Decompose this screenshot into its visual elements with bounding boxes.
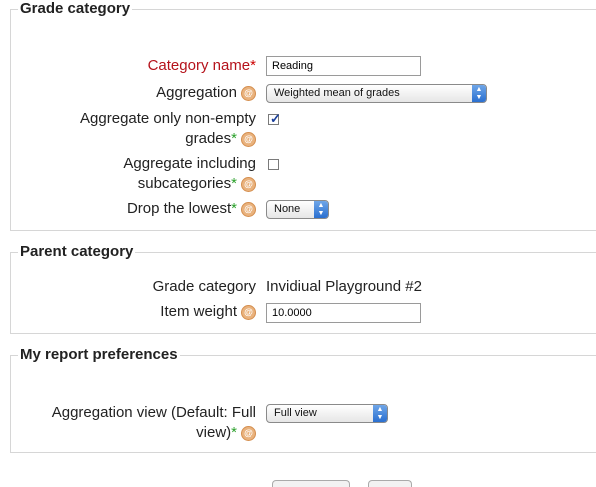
advanced-mark: * [231,130,237,147]
aggregate-subcats-label-row: Aggregate including subcategories* @ [0,154,256,194]
aggregation-view-select[interactable]: Full view ▲ ▼ [266,404,388,423]
parent-grade-category-label: Grade category [152,278,256,295]
drop-lowest-label-text: Drop the lowest [126,200,232,217]
help-icon[interactable]: @ [241,131,256,147]
category-name-label-text: Category name [147,57,251,74]
drop-lowest-label-row: Drop the lowest* @ [0,199,256,219]
report-prefs-legend: My report preferences [18,346,180,363]
grade-category-legend: Grade category [18,0,133,17]
select-arrows-icon: ▲ ▼ [314,201,328,218]
aggregation-view-label-line1: Aggregation view (Default: Full [51,404,256,421]
aggregate-nonempty-checkbox[interactable]: ✓ [268,111,281,126]
checkmark-icon: ✓ [270,111,281,126]
advanced-mark: * [231,175,237,192]
category-name-label: Category name* [148,56,256,76]
select-arrows-icon: ▲ ▼ [373,405,387,422]
aggregation-label-row: Aggregation @ [0,83,256,103]
help-icon[interactable]: @ [241,425,256,441]
aggregate-nonempty-label-line1: Aggregate only non-empty [80,110,256,127]
item-weight-label-row: Item weight @ [0,302,256,322]
item-weight-label: Item weight @ [160,302,256,322]
drop-lowest-select[interactable]: None ▲ ▼ [266,200,329,219]
category-name-input[interactable] [266,56,421,76]
aggregation-select[interactable]: Weighted mean of grades ▲ ▼ [266,84,487,103]
parent-category-legend: Parent category [18,243,136,260]
save-button[interactable] [272,480,350,487]
item-weight-label-text: Item weight [160,303,237,320]
advanced-mark: * [231,424,237,441]
help-icon[interactable]: @ [241,85,256,101]
aggregate-subcats-checkbox[interactable] [268,159,279,170]
item-weight-input[interactable] [266,303,421,323]
aggregation-selected-value: Weighted mean of grades [274,87,400,99]
aggregate-subcats-label-line2-wrap: subcategories* @ [138,174,256,194]
aggregation-view-label-row: Aggregation view (Default: Full view)* @ [0,403,256,443]
category-name-label-row: Category name* [0,56,256,76]
select-arrows-icon: ▲ ▼ [472,85,486,102]
aggregation-view-label-line2-wrap: view)* @ [196,423,256,443]
required-mark: * [250,57,256,74]
advanced-mark: * [231,200,237,217]
drop-lowest-label: Drop the lowest* @ [127,199,256,219]
help-icon[interactable]: @ [241,201,256,217]
cancel-button[interactable] [368,480,412,487]
aggregate-nonempty-label-line2: grades [185,130,232,147]
drop-lowest-selected-value: None [274,203,301,215]
aggregate-nonempty-label-row: Aggregate only non-empty grades* @ [0,109,256,149]
aggregation-label: Aggregation @ [156,83,256,103]
aggregation-label-text: Aggregation [156,84,237,101]
parent-grade-category-label-row: Grade category [0,277,256,297]
help-icon[interactable]: @ [241,304,256,320]
aggregation-view-label-line2: view) [196,424,232,441]
aggregate-nonempty-label-line2-wrap: grades* @ [185,129,256,149]
aggregate-subcats-label-line1: Aggregate including [123,155,256,172]
aggregate-subcats-label-line2: subcategories [137,175,232,192]
help-icon[interactable]: @ [241,176,256,192]
aggregation-view-selected-value: Full view [274,407,317,419]
parent-grade-category-value: Invidiual Playground #2 [266,278,422,295]
